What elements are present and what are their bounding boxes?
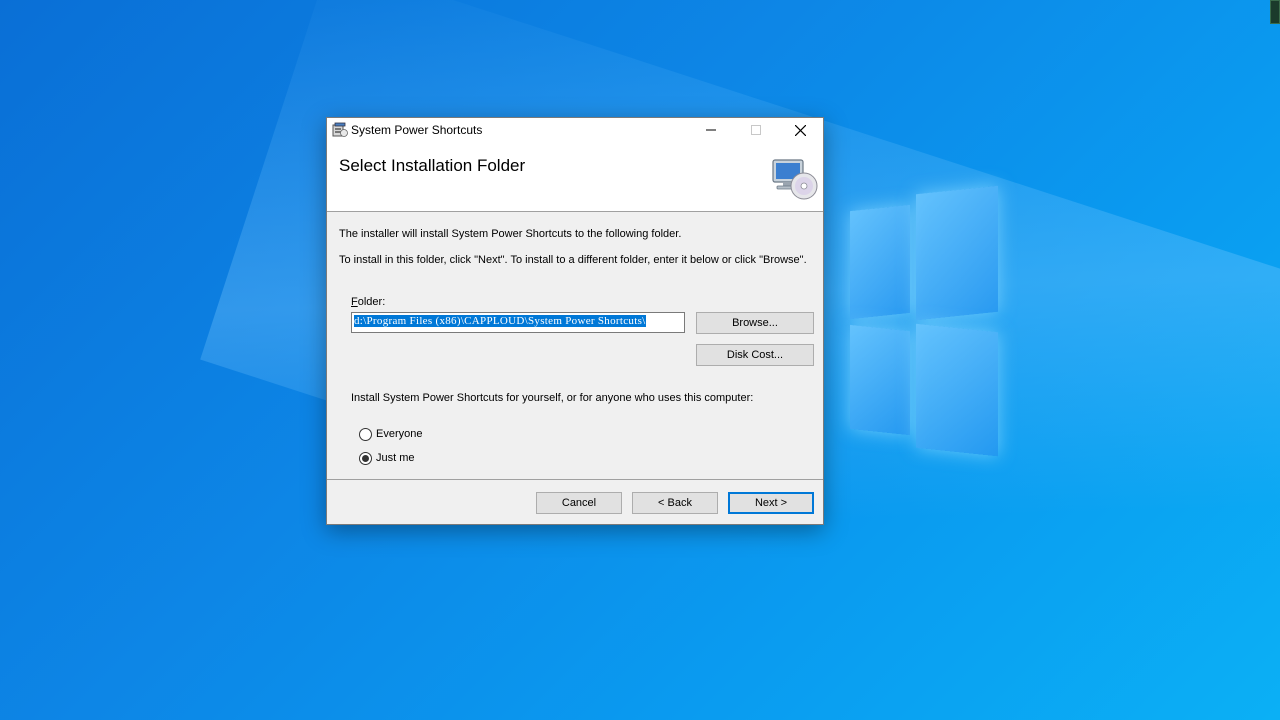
radio-just-me-label: Just me [376, 452, 415, 464]
description-line-2: To install in this folder, click "Next".… [339, 254, 807, 266]
radio-everyone-label: Everyone [376, 428, 423, 440]
tray-widget [1270, 0, 1280, 24]
folder-label-accelerator: F [351, 296, 358, 308]
minimize-button[interactable] [688, 118, 733, 142]
radio-just-me[interactable]: Just me [359, 450, 479, 466]
installer-app-icon [332, 122, 348, 137]
header-banner: Select Installation Folder [327, 142, 823, 212]
page-title: Select Installation Folder [339, 156, 526, 175]
radio-circle-selected[interactable] [359, 451, 372, 465]
title-bar[interactable]: System Power Shortcuts [327, 118, 823, 142]
folder-path-input[interactable]: d:\Program Files (x86)\CAPPLOUD\System P… [351, 312, 685, 333]
next-button[interactable]: Next > [728, 492, 814, 514]
folder-label: Folder: [351, 296, 385, 308]
maximize-icon [750, 125, 761, 135]
folder-label-text: older: [357, 296, 386, 308]
radio-everyone[interactable]: Everyone [359, 426, 479, 442]
install-scope-question: Install System Power Shortcuts for yours… [351, 392, 754, 404]
minimize-icon [705, 129, 716, 131]
cancel-button[interactable]: Cancel [536, 492, 622, 514]
close-icon [795, 124, 806, 136]
description-line-1: The installer will install System Power … [339, 228, 682, 240]
radio-selected-dot [362, 454, 369, 462]
browse-button[interactable]: Browse... [696, 312, 814, 334]
close-button[interactable] [778, 118, 823, 142]
windows-logo [820, 185, 998, 458]
installer-dialog: System Power Shortcuts Select Installati… [326, 117, 824, 525]
back-button[interactable]: < Back [632, 492, 718, 514]
folder-path-value: d:\Program Files (x86)\CAPPLOUD\System P… [354, 315, 646, 327]
maximize-button[interactable] [733, 118, 778, 142]
computer-cd-icon [772, 159, 818, 200]
window-title: System Power Shortcuts [351, 123, 483, 137]
disk-cost-button[interactable]: Disk Cost... [696, 344, 814, 366]
radio-circle[interactable] [359, 427, 372, 441]
